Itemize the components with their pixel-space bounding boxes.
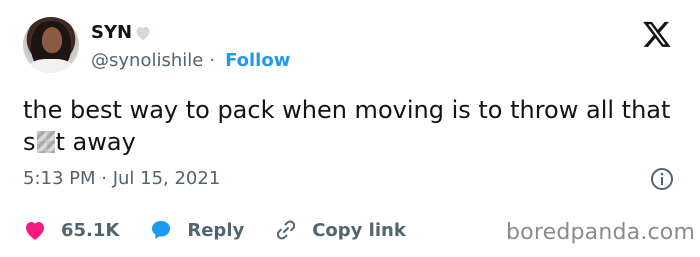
avatar[interactable]: [23, 17, 79, 73]
info-icon[interactable]: [650, 167, 674, 191]
heart-icon: [26, 222, 44, 240]
avatar-face: [42, 27, 62, 53]
name-row: SYN: [91, 22, 152, 43]
divider: [23, 207, 677, 208]
heart-badge-icon: [136, 26, 150, 40]
link-icon: [277, 220, 296, 240]
action-bar: 65.1K Reply Copy link: [23, 218, 436, 242]
like-button[interactable]: 65.1K: [23, 219, 119, 241]
watermark: boredpanda.com: [506, 220, 696, 245]
tweet-timestamp[interactable]: 5:13 PM · Jul 15, 2021: [23, 168, 220, 189]
tweet-text-after: t away: [55, 128, 136, 156]
handle-separator: ·: [209, 50, 216, 71]
user-handle[interactable]: @synolishile: [91, 50, 203, 71]
avatar-shirt: [29, 59, 73, 73]
reply-label: Reply: [187, 219, 245, 241]
handle-row: @synolishile · Follow: [91, 50, 290, 71]
tweet-text: the best way to pack when moving is to t…: [23, 94, 683, 158]
copy-link-button[interactable]: Copy link: [274, 218, 406, 242]
display-name[interactable]: SYN: [91, 22, 132, 43]
copy-link-label: Copy link: [312, 219, 406, 241]
censor-block: [36, 131, 55, 153]
reply-button[interactable]: Reply: [149, 218, 244, 242]
like-count: 65.1K: [61, 219, 120, 241]
follow-button[interactable]: Follow: [225, 50, 290, 71]
x-logo-icon[interactable]: [642, 19, 672, 49]
reply-bubble-icon: [152, 221, 171, 239]
